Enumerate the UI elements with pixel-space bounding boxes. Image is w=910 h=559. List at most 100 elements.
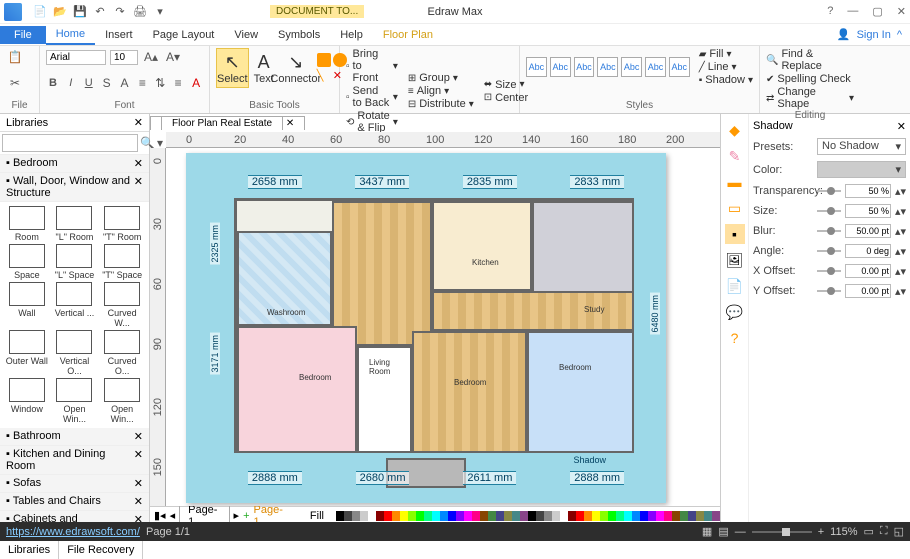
page-prev-icon[interactable]: ◂ [170, 509, 176, 522]
print-icon[interactable]: 🖨 [132, 4, 148, 20]
shape-openwin[interactable]: Open Win... [52, 378, 98, 424]
room-dining[interactable] [332, 201, 432, 346]
tab-file-recovery[interactable]: File Recovery [59, 541, 143, 559]
undo-icon[interactable]: ↶ [92, 4, 108, 20]
fullscreen-icon[interactable]: ◱ [894, 525, 904, 538]
bullets-icon[interactable]: ≡ [135, 74, 149, 92]
trans-slider[interactable] [817, 190, 841, 192]
style-preset-3[interactable]: Abc [574, 57, 595, 77]
open-icon[interactable]: 📂 [52, 4, 68, 20]
align-text-icon[interactable]: ≡ [171, 74, 185, 92]
fill-button[interactable]: ▰Fill ▾ [699, 48, 753, 60]
connector-tool[interactable]: ↘Connector [279, 48, 313, 88]
distribute-button[interactable]: ⊟Distribute ▾ [408, 98, 474, 110]
angle-input[interactable] [845, 244, 891, 258]
document-tab[interactable]: Floor Plan Real Estate ✕ [150, 116, 305, 130]
font-grow-icon[interactable]: A▴ [142, 48, 160, 66]
shape-curvedo[interactable]: Curved O... [99, 330, 145, 376]
italic-icon[interactable]: I [64, 74, 78, 92]
format-painter-icon[interactable]: ✎ [725, 146, 745, 166]
help-tool-icon[interactable]: ? [725, 328, 745, 348]
cat-bathroom[interactable]: ▪ Bathroom✕ [0, 428, 149, 446]
shadow-tool-icon[interactable]: ▪ [725, 224, 745, 244]
tab-floor-plan[interactable]: Floor Plan [373, 26, 443, 44]
maximize-icon[interactable]: ▢ [872, 5, 882, 18]
paste-icon[interactable]: 📋 [6, 48, 24, 66]
tab-help[interactable]: Help [330, 26, 373, 44]
redo-icon[interactable]: ↷ [112, 4, 128, 20]
help-icon[interactable]: ? [827, 5, 833, 18]
room-washroom[interactable]: Washroom [237, 231, 332, 326]
view-mode-1-icon[interactable]: ▦ [702, 525, 712, 538]
tab-libraries[interactable]: Libraries [0, 541, 59, 559]
cat-tables[interactable]: ▪ Tables and Chairs✕ [0, 493, 149, 511]
page-first-icon[interactable]: ▮◂ [154, 509, 166, 522]
tab-insert[interactable]: Insert [95, 26, 143, 44]
sign-in-link[interactable]: 👤Sign In ^ [837, 28, 902, 41]
shadow-close-icon[interactable]: ✕ [897, 120, 906, 133]
room-bedroom2[interactable]: Bedroom [412, 331, 527, 453]
shape-wall[interactable]: Wall [4, 282, 50, 328]
blur-input[interactable] [845, 224, 891, 238]
room-study[interactable]: Study [432, 291, 634, 331]
line-button[interactable]: ╱Line ▾ [699, 61, 753, 73]
comment-icon[interactable]: 💬 [725, 302, 745, 322]
group-button[interactable]: ⊞Group ▾ [408, 72, 474, 84]
floor-plan-drawing[interactable]: 2658 mm 3437 mm 2835 mm 2833 mm 2325 mm … [186, 153, 666, 503]
bring-front-button[interactable]: ▫Bring to Front ▾ [346, 48, 398, 84]
line-tool-icon[interactable]: ▭ [725, 198, 745, 218]
bold-icon[interactable]: B [46, 74, 60, 92]
shape-lroom[interactable]: "L" Room [52, 206, 98, 242]
minimize-icon[interactable]: — [847, 5, 858, 18]
font-color-icon[interactable]: A [189, 74, 203, 92]
shadow-button[interactable]: ▪Shadow▾ [699, 74, 753, 86]
library-search-input[interactable] [2, 134, 138, 152]
shape-room[interactable]: Room [4, 206, 50, 242]
font-shrink-icon[interactable]: A▾ [164, 48, 182, 66]
tab-home[interactable]: Home [46, 25, 95, 45]
tab-page-layout[interactable]: Page Layout [143, 26, 225, 44]
trans-input[interactable] [845, 184, 891, 198]
theme-icon[interactable]: ◆ [725, 120, 745, 140]
yoff-slider[interactable] [817, 290, 841, 292]
shape-vertical[interactable]: Vertical ... [52, 282, 98, 328]
file-menu[interactable]: File [0, 26, 46, 44]
strike-icon[interactable]: S [100, 74, 114, 92]
shape-lspace[interactable]: "L" Space [52, 244, 98, 280]
fill-tool-icon[interactable]: ▬ [725, 172, 745, 192]
underline-icon[interactable]: U [82, 74, 96, 92]
style-preset-7[interactable]: Abc [669, 57, 690, 77]
presets-select[interactable]: No Shadow▾ [817, 138, 906, 155]
shape-space[interactable]: Space [4, 244, 50, 280]
picture-tool-icon[interactable]: 🖼 [725, 250, 745, 270]
room-kitchen[interactable]: Kitchen [432, 201, 532, 291]
new-icon[interactable]: 📄 [32, 4, 48, 20]
canvas[interactable]: 2658 mm 3437 mm 2835 mm 2833 mm 2325 mm … [166, 148, 720, 506]
save-icon[interactable]: 💾 [72, 4, 88, 20]
size-slider[interactable] [817, 210, 841, 212]
style-preset-2[interactable]: Abc [550, 57, 571, 77]
close-icon[interactable]: ✕ [897, 5, 906, 18]
status-url[interactable]: https://www.edrawsoft.com/ [6, 526, 140, 538]
xoff-input[interactable] [845, 264, 891, 278]
fit-page-icon[interactable]: ▭ [863, 525, 873, 538]
shape-troom[interactable]: "T" Room [99, 206, 145, 242]
room-bedroom1[interactable]: Bedroom [237, 326, 357, 453]
size-input[interactable] [845, 204, 891, 218]
style-preset-4[interactable]: Abc [597, 57, 618, 77]
highlight-icon[interactable]: A [118, 74, 132, 92]
spacing-icon[interactable]: ⇅ [153, 74, 167, 92]
select-tool[interactable]: ↖Select [216, 48, 249, 88]
qat-more-icon[interactable]: ▾ [152, 4, 168, 20]
angle-slider[interactable] [817, 250, 841, 252]
find-button[interactable]: 🔍Find & Replace [766, 48, 854, 72]
cat-bedroom[interactable]: ▪ Bedroom✕ [0, 155, 149, 173]
copy-icon[interactable]: ✂ [6, 74, 24, 92]
line-shape-icon[interactable]: ╲ [317, 69, 331, 83]
send-back-button[interactable]: ▫Send to Back ▾ [346, 85, 398, 109]
style-preset-6[interactable]: Abc [645, 57, 666, 77]
cat-wall[interactable]: ▪ Wall, Door, Window and Structure✕ [0, 173, 149, 202]
zoom-slider[interactable] [752, 531, 812, 533]
cat-kitchen[interactable]: ▪ Kitchen and Dining Room✕ [0, 446, 149, 475]
shape-tspace[interactable]: "T" Space [99, 244, 145, 280]
